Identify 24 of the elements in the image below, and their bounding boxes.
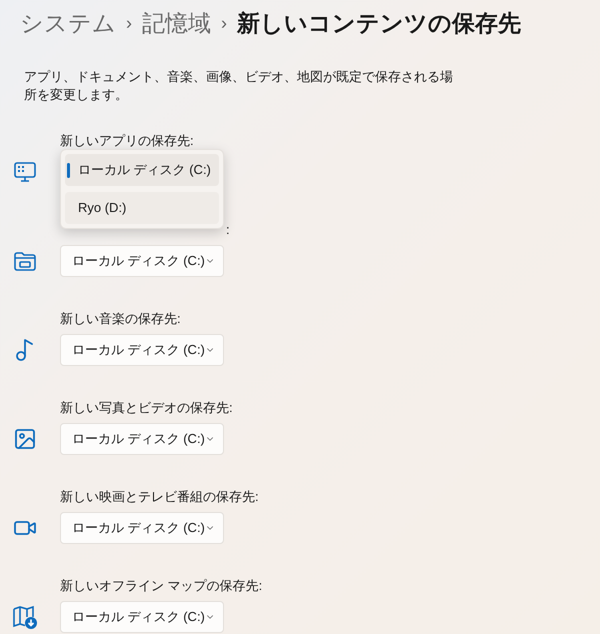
breadcrumb-link[interactable]: システム: [20, 6, 116, 40]
breadcrumb-separator: ›: [221, 12, 227, 34]
breadcrumb-link[interactable]: 記憶域: [142, 6, 211, 40]
field-label: 新しい写真とビデオの保存先:: [60, 399, 234, 417]
image-icon: [13, 427, 37, 451]
map-download-icon: [12, 604, 38, 630]
selection-indicator: [67, 163, 70, 178]
page-title: 新しいコンテンツの保存先: [237, 8, 521, 38]
field-label: 新しいオフライン マップの保存先:: [60, 577, 264, 595]
monitor-icon: [13, 160, 37, 184]
description-text: アプリ、ドキュメント、音楽、画像、ビデオ、地図が既定で保存される場所を変更します。: [24, 68, 454, 104]
drive-dropdown[interactable]: ローカル ディスク (C:): [60, 601, 224, 633]
folder-icon: [13, 249, 37, 273]
drive-dropdown[interactable]: ローカル ディスク (C:): [60, 245, 224, 277]
field-label: 新しい映画とテレビ番組の保存先:: [60, 488, 260, 506]
field-label: :: [226, 221, 231, 239]
drive-dropdown[interactable]: ローカル ディスク (C:): [60, 423, 224, 455]
field-label: 新しい音楽の保存先:: [60, 310, 182, 328]
dropdown-option[interactable]: ローカル ディスク (C:): [65, 154, 219, 186]
drive-dropdown[interactable]: ローカル ディスク (C:): [60, 334, 224, 366]
dropdown-option[interactable]: Ryo (D:): [65, 192, 219, 224]
breadcrumb-separator: ›: [126, 12, 132, 34]
drive-dropdown[interactable]: ローカル ディスク (C:): [60, 512, 224, 544]
field-label: 新しいアプリの保存先:: [60, 132, 195, 150]
